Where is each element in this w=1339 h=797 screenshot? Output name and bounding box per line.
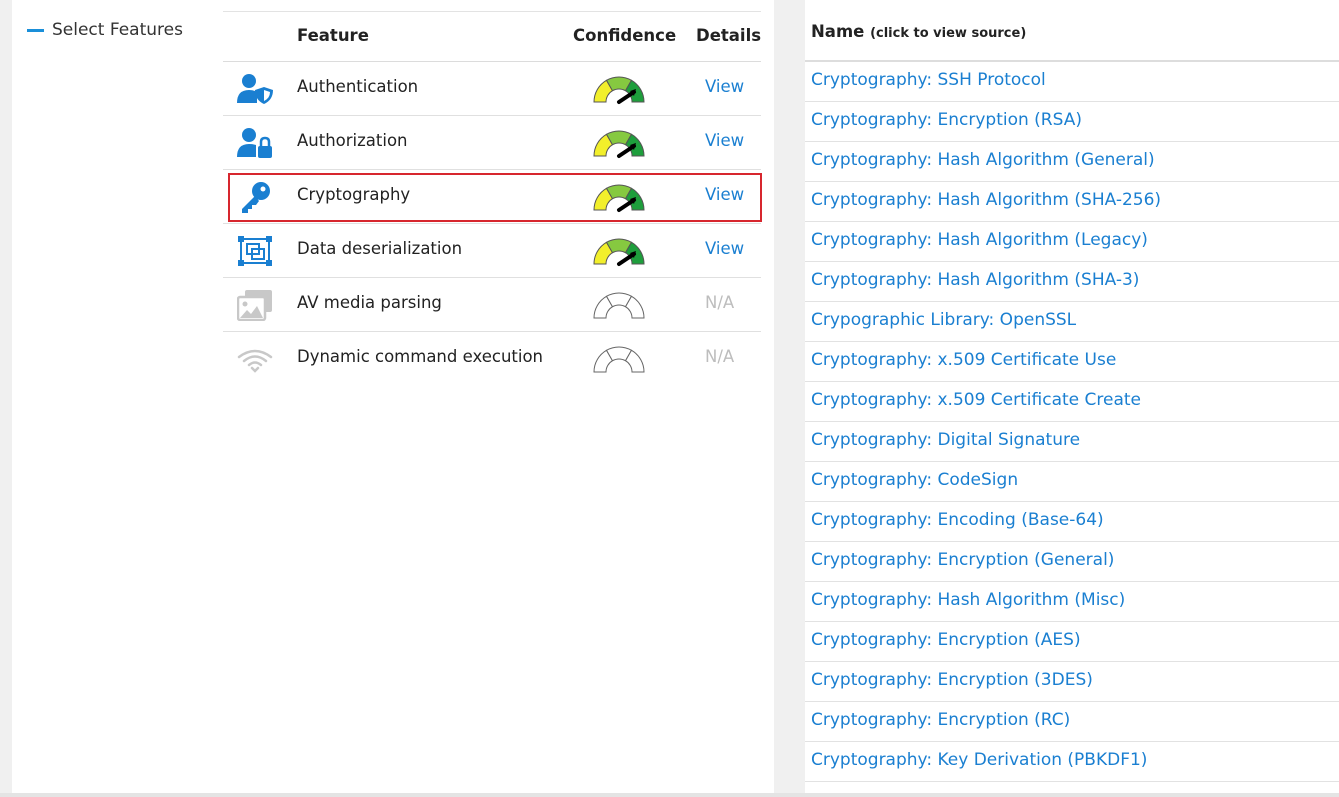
details-not-available: N/A xyxy=(705,293,735,312)
feature-column-header: Feature xyxy=(297,26,369,45)
confidence-gauge xyxy=(592,291,646,321)
source-link[interactable]: Cryptography: Key Derivation (PBKDF1) xyxy=(811,750,1147,770)
wifi-icon xyxy=(237,343,273,375)
source-row: Cryptography: Hash Algorithm (Legacy) xyxy=(805,222,1339,262)
feature-row-av-media-parsing[interactable]: AV media parsing N/A xyxy=(223,278,761,332)
source-link[interactable]: Cryptography: Encryption (AES) xyxy=(811,630,1081,650)
source-link[interactable]: Cryptography: Encoding (Base-64) xyxy=(811,510,1104,530)
feature-name: Cryptography xyxy=(297,185,411,204)
source-row: Cryptography: Hash Algorithm (SHA-256) xyxy=(805,182,1339,222)
source-row: Cryptography: Encryption (RSA) xyxy=(805,102,1339,142)
features-panel: Select Features Feature Confidence Detai… xyxy=(12,0,774,795)
source-row: Cryptography: Digital Signature xyxy=(805,422,1339,462)
feature-row-cryptography[interactable]: Cryptography View xyxy=(223,170,762,224)
view-details-link[interactable]: View xyxy=(705,77,744,96)
feature-name: Dynamic command execution xyxy=(297,347,544,366)
key-icon xyxy=(237,181,273,213)
user-shield-icon xyxy=(237,73,273,105)
feature-name: Authentication xyxy=(297,77,419,96)
confidence-column-header: Confidence xyxy=(573,26,677,45)
source-row: Cryptography: x.509 Certificate Use xyxy=(805,342,1339,382)
source-link[interactable]: Cryptography: Hash Algorithm (Legacy) xyxy=(811,230,1148,250)
select-features-label: Select Features xyxy=(52,20,183,40)
source-row: Cryptography: Hash Algorithm (General) xyxy=(805,142,1339,182)
view-details-link[interactable]: View xyxy=(705,239,744,258)
sources-list: Cryptography: SSH Protocol Cryptography: … xyxy=(805,62,1339,782)
select-features-toggle[interactable]: Select Features xyxy=(27,18,183,42)
confidence-gauge xyxy=(592,129,646,159)
source-link[interactable]: Cryptography: Encryption (RC) xyxy=(811,710,1070,730)
feature-row-dynamic-command-execution[interactable]: Dynamic command execution N/A xyxy=(223,332,761,386)
confidence-gauge xyxy=(592,237,646,267)
collapse-icon xyxy=(27,28,44,32)
source-link[interactable]: Cryptography: SSH Protocol xyxy=(811,70,1046,90)
name-header-label: Name xyxy=(811,22,865,41)
source-row: Cryptography: x.509 Certificate Create xyxy=(805,382,1339,422)
photo-film-icon xyxy=(236,289,273,322)
details-not-available: N/A xyxy=(705,347,735,366)
source-row: Crypographic Library: OpenSSL xyxy=(805,302,1339,342)
source-link[interactable]: Cryptography: Encryption (RSA) xyxy=(811,110,1082,130)
features-table-body: Authentication View Authorization View Crypt… xyxy=(223,62,762,386)
source-link[interactable]: Cryptography: Digital Signature xyxy=(811,430,1080,450)
source-link[interactable]: Cryptography: Hash Algorithm (General) xyxy=(811,150,1155,170)
source-link[interactable]: Cryptography: Hash Algorithm (SHA-3) xyxy=(811,270,1139,290)
source-link[interactable]: Cryptography: x.509 Certificate Create xyxy=(811,390,1141,410)
source-row: Cryptography: Encoding (Base-64) xyxy=(805,502,1339,542)
confidence-gauge xyxy=(592,345,646,375)
feature-name: Data deserialization xyxy=(297,239,463,258)
source-row: Cryptography: SSH Protocol xyxy=(805,62,1339,102)
confidence-gauge xyxy=(592,183,646,213)
source-row: Cryptography: Encryption (RC) xyxy=(805,702,1339,742)
source-row: Cryptography: Encryption (3DES) xyxy=(805,662,1339,702)
features-table-header: Feature Confidence Details xyxy=(223,11,761,62)
view-details-link[interactable]: View xyxy=(705,131,744,150)
source-link[interactable]: Cryptography: CodeSign xyxy=(811,470,1018,490)
confidence-gauge xyxy=(592,75,646,105)
view-details-link[interactable]: View xyxy=(705,185,744,204)
feature-row-authentication[interactable]: Authentication View xyxy=(223,62,761,116)
feature-row-data-deserialization[interactable]: Data deserialization View xyxy=(223,224,761,278)
object-group-icon xyxy=(237,235,273,267)
source-row: Cryptography: Key Derivation (PBKDF1) xyxy=(805,742,1339,782)
details-column-header: Details xyxy=(696,26,762,45)
user-lock-icon xyxy=(237,127,273,159)
source-link[interactable]: Cryptography: Encryption (General) xyxy=(811,550,1114,570)
sources-panel: Name (click to view source) Cryptography… xyxy=(805,0,1339,795)
source-row: Cryptography: Encryption (AES) xyxy=(805,622,1339,662)
source-row: Cryptography: Hash Algorithm (SHA-3) xyxy=(805,262,1339,302)
feature-name: Authorization xyxy=(297,131,408,150)
source-link[interactable]: Crypographic Library: OpenSSL xyxy=(811,310,1076,330)
name-header-hint: (click to view source) xyxy=(870,26,1027,41)
source-row: Cryptography: Hash Algorithm (Misc) xyxy=(805,582,1339,622)
sources-table-header: Name (click to view source) xyxy=(805,5,1339,62)
source-link[interactable]: Cryptography: Hash Algorithm (SHA-256) xyxy=(811,190,1161,210)
feature-name: AV media parsing xyxy=(297,293,442,312)
divider xyxy=(0,793,1339,797)
source-row: Cryptography: CodeSign xyxy=(805,462,1339,502)
source-link[interactable]: Cryptography: Hash Algorithm (Misc) xyxy=(811,590,1125,610)
features-table: Feature Confidence Details Authenticatio… xyxy=(223,11,762,386)
source-link[interactable]: Cryptography: Encryption (3DES) xyxy=(811,670,1093,690)
name-column-header: Name (click to view source) xyxy=(811,22,1026,41)
feature-row-authorization[interactable]: Authorization View xyxy=(223,116,761,170)
source-row: Cryptography: Encryption (General) xyxy=(805,542,1339,582)
source-link[interactable]: Cryptography: x.509 Certificate Use xyxy=(811,350,1116,370)
